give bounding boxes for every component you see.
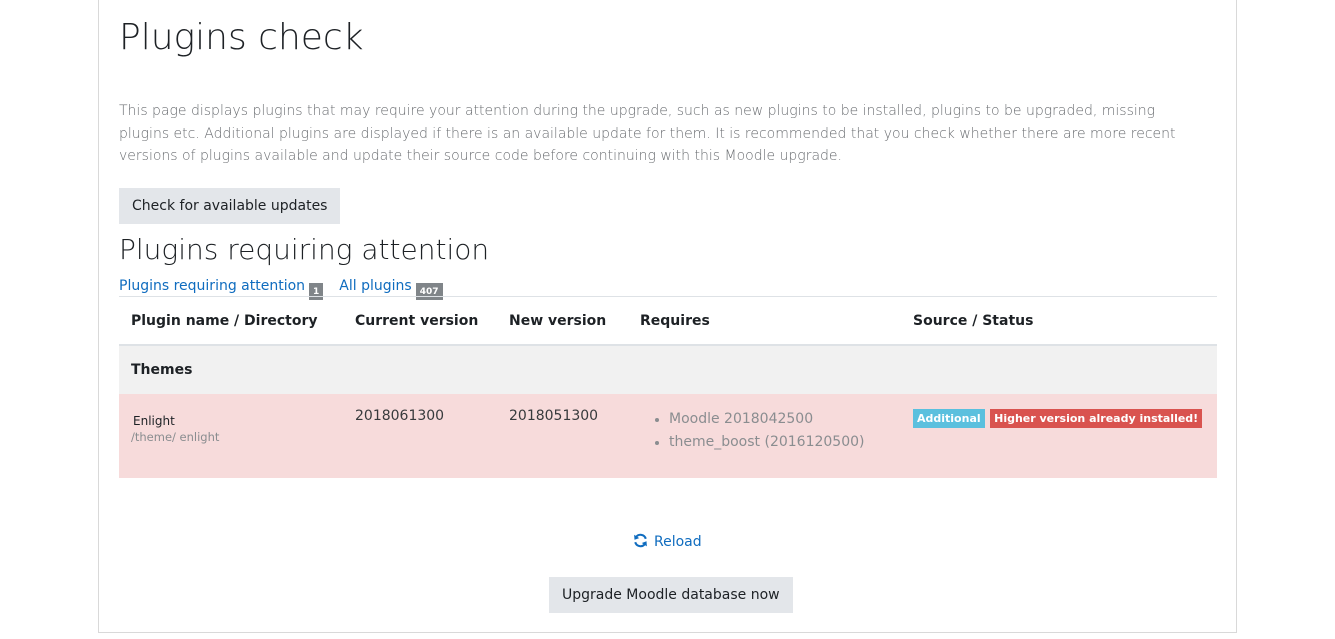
upgrade-database-button[interactable]: Upgrade Moodle database now — [549, 577, 793, 613]
header-requires: Requires — [628, 296, 901, 346]
section-title: Plugins requiring attention — [119, 233, 490, 266]
current-version-cell: 2018061300 — [343, 394, 497, 478]
requires-list: Moodle 2018042500 theme_boost (201612050… — [640, 408, 889, 454]
filter-requiring-attention-link[interactable]: Plugins requiring attention — [119, 278, 305, 294]
new-version-cell: 2018051300 — [497, 394, 628, 478]
check-updates-button[interactable]: Check for available updates — [119, 188, 341, 224]
filter-all-plugins-label: All plugins — [339, 278, 412, 294]
reload-label: Reload — [654, 534, 702, 550]
table-row: Enlight /theme/ enlight 2018061300 20180… — [119, 394, 1217, 478]
filter-all-plugins-link[interactable]: All plugins — [339, 278, 411, 294]
header-current-version: Current version — [343, 296, 497, 346]
filter-requiring-attention-label: Plugins requiring attention — [119, 278, 306, 294]
header-plugin-name: Plugin name / Directory — [119, 296, 343, 346]
source-badge: Additional — [913, 409, 985, 428]
page-title: Plugins check — [119, 17, 364, 58]
plugin-type-row: Themes — [119, 345, 1217, 394]
status-badge: Higher version already installed! — [990, 409, 1203, 428]
plugins-table: Plugin name / Directory Current version … — [119, 296, 1217, 478]
requirement-item: theme_boost (2016120500) — [669, 431, 889, 454]
plugin-type-label: Themes — [119, 345, 1217, 394]
header-source-status: Source / Status — [901, 296, 1217, 346]
requires-cell: Moodle 2018042500 theme_boost (201612050… — [628, 394, 901, 478]
intro-text: This page displays plugins that may requ… — [119, 103, 1176, 164]
table-header-row: Plugin name / Directory Current version … — [119, 296, 1217, 346]
plugin-name-cell: Enlight /theme/ enlight — [119, 394, 343, 478]
refresh-icon — [633, 533, 654, 550]
source-status-cell: Additional Higher version already instal… — [901, 394, 1217, 478]
plugin-name: Enlight — [133, 414, 175, 428]
page-frame: Plugins check This page displays plugins… — [98, 0, 1237, 633]
requirement-item: Moodle 2018042500 — [669, 408, 889, 431]
plugin-directory: /theme/ enlight — [131, 430, 220, 444]
header-new-version: New version — [497, 296, 628, 346]
reload-link[interactable]: Reload — [633, 533, 702, 550]
